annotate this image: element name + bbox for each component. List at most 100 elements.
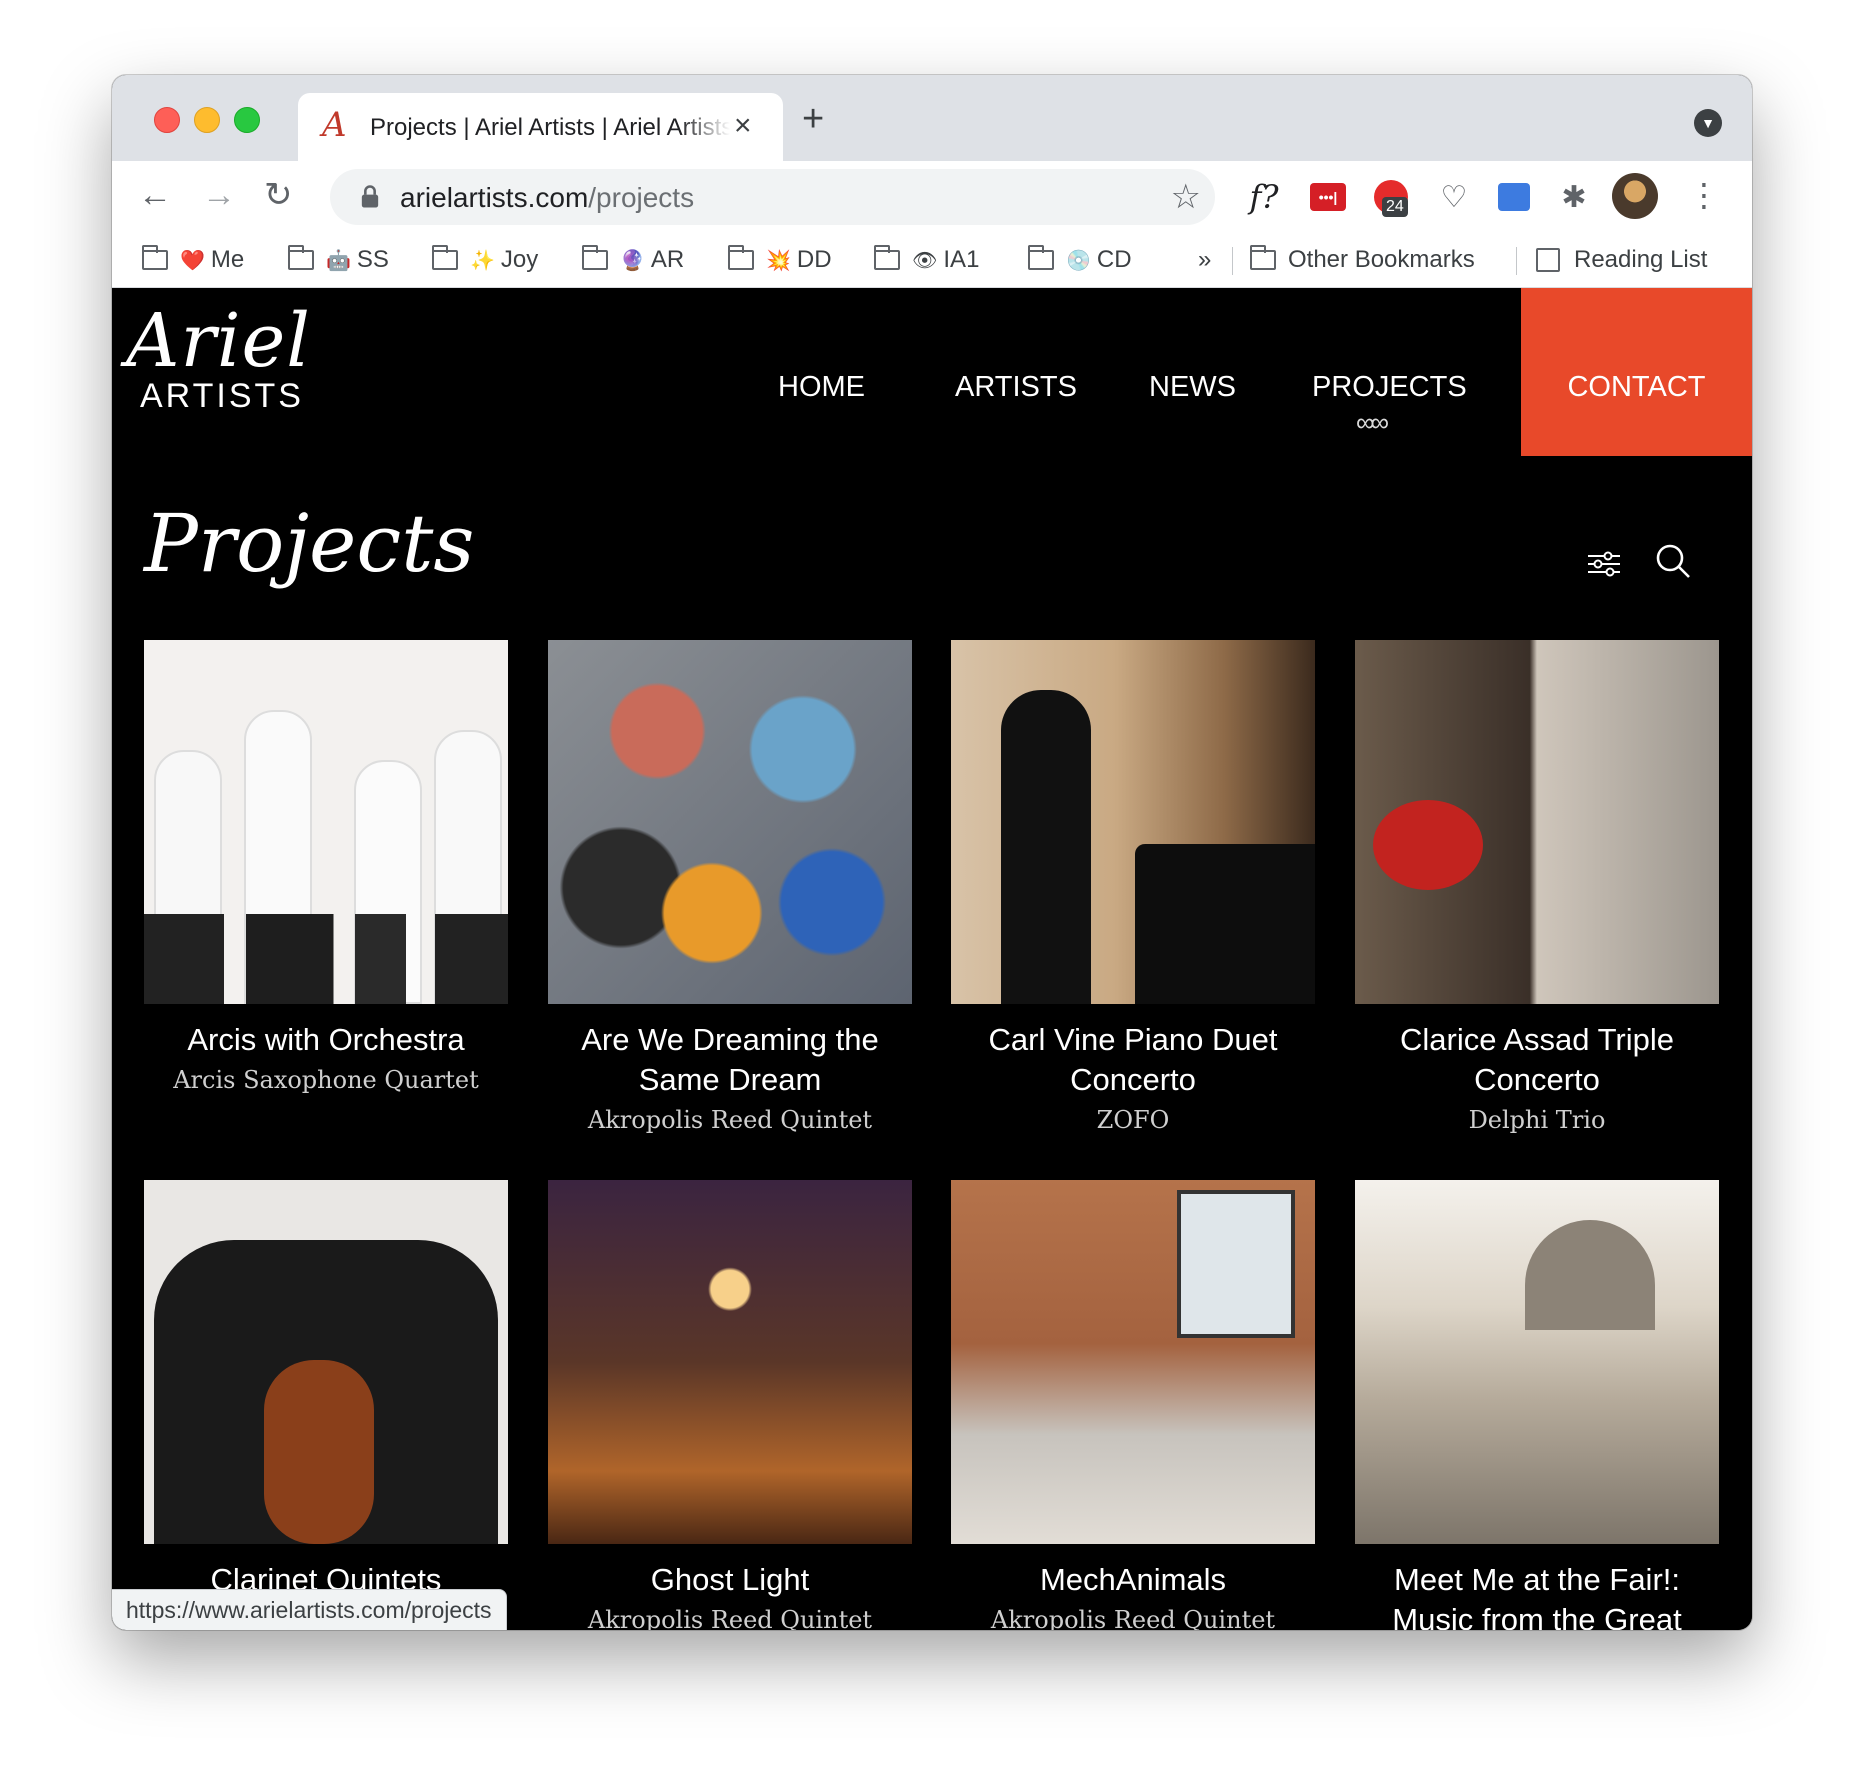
bookmark-folder-ar[interactable]: 🔮 AR xyxy=(582,243,684,277)
sparkles-emoji-icon: ✨ xyxy=(470,249,495,272)
reading-list-button[interactable]: Reading List xyxy=(1536,243,1707,277)
bookmarks-bar: ❤️ Me 🤖 SS ✨ Joy 🔮 AR 💥 DD 👁 IA1 💿 CD » Other B… xyxy=(112,233,1752,288)
bookmark-folder-joy[interactable]: ✨ Joy xyxy=(432,243,538,277)
bookmark-star-icon[interactable]: ☆ xyxy=(1171,177,1201,217)
project-card[interactable]: Meet Me at the Fair!: Music from the Grea… xyxy=(1355,1180,1719,1630)
reading-list-icon xyxy=(1536,248,1560,272)
project-image-clarinet-quintets[interactable] xyxy=(144,1180,508,1544)
project-title[interactable]: Arcis with Orchestra xyxy=(144,1020,508,1060)
adblock-badge: 24 xyxy=(1382,197,1408,217)
bookmarks-overflow-chevron-icon[interactable]: » xyxy=(1198,243,1211,277)
project-title-line: Are We Dreaming the xyxy=(581,1022,879,1057)
link-status-bar: https://www.arielartists.com/projects xyxy=(112,1589,507,1630)
project-title[interactable]: Meet Me at the Fair!: Music from the Grea… xyxy=(1355,1560,1719,1630)
project-image-meet-me-at-the-fair[interactable] xyxy=(1355,1180,1719,1544)
bookmark-folder-ia1[interactable]: 👁 IA1 xyxy=(874,243,979,277)
forward-arrow-icon[interactable]: → xyxy=(202,175,236,215)
active-nav-flourish-icon: ∞∞ xyxy=(1356,407,1389,437)
project-card[interactable]: Clarinet Quintets xyxy=(144,1180,508,1600)
project-card[interactable]: Carl Vine Piano Duet Concerto ZOFO xyxy=(951,640,1315,1140)
bookmark-label: Joy xyxy=(500,246,539,273)
new-tab-plus-icon[interactable]: + xyxy=(802,99,824,139)
nav-news[interactable]: NEWS xyxy=(1149,370,1236,404)
folder-icon xyxy=(142,245,168,270)
bookmarks-divider xyxy=(1232,247,1233,275)
project-artist: Delphi Trio xyxy=(1468,1106,1606,1134)
close-window-button[interactable] xyxy=(154,107,180,133)
project-title[interactable]: MechAnimals xyxy=(951,1560,1315,1600)
project-card[interactable]: Clarice Assad Triple Concerto Delphi Trio xyxy=(1355,640,1719,1140)
bookmark-label: CD xyxy=(1096,246,1132,273)
eye-emoji-icon: 👁 xyxy=(912,249,938,272)
project-title[interactable]: Are We Dreaming the Same Dream xyxy=(548,1020,912,1100)
pocket-extension-icon[interactable]: ♡ xyxy=(1432,175,1476,219)
address-bar[interactable]: arielartists.com/projects ☆ xyxy=(330,169,1215,225)
project-card[interactable]: Arcis with Orchestra Arcis Saxophone Qua… xyxy=(144,640,508,1100)
project-title-line: Arcis with Orchestra xyxy=(187,1022,465,1057)
bookmark-label: IA1 xyxy=(943,246,980,273)
browser-toolbar: ← → ↻ arielartists.com/projects ☆ f? •••… xyxy=(112,161,1752,233)
folder-icon xyxy=(432,245,458,270)
other-bookmarks-label: Other Bookmarks xyxy=(1288,246,1475,273)
disc-emoji-icon: 💿 xyxy=(1066,249,1091,272)
project-title-line: Music from the Great xyxy=(1392,1602,1682,1630)
search-icon[interactable] xyxy=(1654,542,1692,580)
browser-tab[interactable]: A Projects | Ariel Artists | Ariel Artis… xyxy=(298,93,783,161)
bookmark-folder-cd[interactable]: 💿 CD xyxy=(1028,243,1132,277)
bookmarks-divider xyxy=(1516,247,1517,275)
browser-window: A Projects | Ariel Artists | Ariel Artis… xyxy=(112,75,1752,1630)
tab-search-chevron-icon[interactable]: ▼ xyxy=(1694,109,1722,137)
zoom-window-button[interactable] xyxy=(234,107,260,133)
project-image-clarice-assad[interactable] xyxy=(1355,640,1719,1004)
bookmark-label: DD xyxy=(796,246,832,273)
bookmark-folder-dd[interactable]: 💥 DD xyxy=(728,243,832,277)
nav-contact-button[interactable]: CONTACT xyxy=(1521,288,1752,456)
font-finder-extension-icon[interactable]: f? xyxy=(1240,175,1288,219)
project-image-dreaming[interactable] xyxy=(548,640,912,1004)
project-image-arcis[interactable] xyxy=(144,640,508,1004)
folder-icon xyxy=(582,245,608,270)
nav-artists[interactable]: ARTISTS xyxy=(955,370,1077,404)
project-title[interactable]: Carl Vine Piano Duet Concerto xyxy=(951,1020,1315,1100)
project-title[interactable]: Ghost Light xyxy=(548,1560,912,1600)
project-card[interactable]: MechAnimals Akropolis Reed Quintet xyxy=(951,1180,1315,1630)
project-title[interactable]: Clarice Assad Triple Concerto xyxy=(1355,1020,1719,1100)
site-logo[interactable]: Ariel ARTISTS xyxy=(126,298,311,414)
folder-icon xyxy=(1028,245,1054,270)
blue-extension-icon[interactable] xyxy=(1492,175,1536,219)
project-title-line: Carl Vine Piano Duet xyxy=(988,1022,1278,1057)
reload-icon[interactable]: ↻ xyxy=(264,175,293,215)
bookmark-label: AR xyxy=(650,246,685,273)
project-title-line: Concerto xyxy=(1474,1062,1600,1097)
folder-icon xyxy=(728,245,754,270)
nav-projects[interactable]: PROJECTS xyxy=(1312,370,1467,404)
other-bookmarks-folder[interactable]: Other Bookmarks xyxy=(1250,243,1475,277)
lock-icon xyxy=(361,185,379,208)
url-host: arielartists.com xyxy=(400,182,589,213)
contact-label: CONTACT xyxy=(1567,371,1706,403)
project-title-line: Clarice Assad Triple xyxy=(1400,1022,1674,1057)
bookmark-folder-ss[interactable]: 🤖 SS xyxy=(288,243,389,277)
close-tab-icon[interactable]: × xyxy=(734,109,752,143)
adblock-extension-icon[interactable]: 24 xyxy=(1368,175,1414,219)
bookmark-folder-me[interactable]: ❤️ Me xyxy=(142,243,244,277)
lastpass-extension-icon[interactable]: •••| xyxy=(1308,175,1348,219)
project-artist: ZOFO xyxy=(1096,1106,1170,1134)
logo-script-text: Ariel xyxy=(126,298,311,384)
project-image-carl-vine[interactable] xyxy=(951,640,1315,1004)
project-title-line: Same Dream xyxy=(638,1062,822,1097)
back-arrow-icon[interactable]: ← xyxy=(138,175,172,215)
project-card[interactable]: Ghost Light Akropolis Reed Quintet xyxy=(548,1180,912,1630)
project-card[interactable]: Are We Dreaming the Same Dream Akropolis … xyxy=(548,640,912,1140)
project-image-ghost-light[interactable] xyxy=(548,1180,912,1544)
filter-sliders-icon[interactable] xyxy=(1586,546,1622,582)
minimize-window-button[interactable] xyxy=(194,107,220,133)
heart-emoji-icon: ❤️ xyxy=(180,249,205,272)
project-image-mechanimals[interactable] xyxy=(951,1180,1315,1544)
nav-home[interactable]: HOME xyxy=(778,370,865,404)
extensions-puzzle-icon[interactable]: ✱ xyxy=(1552,175,1596,219)
browser-menu-kebab-icon[interactable]: ⋮ xyxy=(1688,173,1720,217)
project-title-line: MechAnimals xyxy=(1039,1562,1227,1597)
project-artist: Akropolis Reed Quintet xyxy=(990,1606,1276,1630)
profile-avatar[interactable] xyxy=(1612,173,1658,219)
